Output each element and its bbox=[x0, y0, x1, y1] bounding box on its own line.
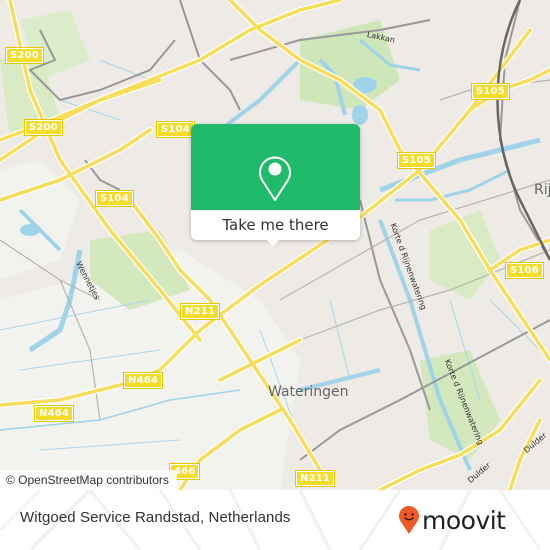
footer: Witgoed Service Randstad, Netherlands mo… bbox=[0, 490, 550, 550]
location-pin-icon bbox=[259, 156, 291, 201]
road-shield: S200 bbox=[5, 47, 44, 64]
road-shield: S106 bbox=[505, 262, 544, 279]
moovit-pin-icon bbox=[399, 506, 419, 534]
moovit-logo[interactable]: moovit bbox=[398, 502, 506, 538]
popup-header[interactable] bbox=[191, 124, 360, 210]
map-attribution[interactable]: © OpenStreetMap contributors bbox=[0, 470, 177, 490]
moovit-wordmark: moovit bbox=[422, 505, 506, 535]
road-shield: S104 bbox=[95, 190, 134, 207]
map[interactable]: S200 S200 S104 S104 S105 S105 S106 N211 … bbox=[0, 0, 550, 490]
place-label-rijswijk: Rijs bbox=[534, 182, 550, 198]
place-label-wateringen: Wateringen bbox=[268, 384, 349, 400]
road-shield: N211 bbox=[179, 303, 221, 320]
take-me-there-button[interactable]: Take me there bbox=[191, 210, 360, 240]
road-shield: S105 bbox=[397, 152, 436, 169]
road-shield: S104 bbox=[156, 121, 195, 138]
road-shield: N464 bbox=[33, 405, 75, 422]
road-shield: N464 bbox=[122, 372, 164, 389]
place-name: Witgoed Service Randstad, Netherlands bbox=[20, 509, 291, 526]
road-shield: S200 bbox=[24, 119, 63, 136]
popup-pointer bbox=[265, 238, 281, 246]
take-me-there-popup[interactable]: Take me there bbox=[191, 124, 360, 246]
road-shield: N211 bbox=[294, 470, 336, 487]
road-shield: S105 bbox=[471, 83, 510, 100]
